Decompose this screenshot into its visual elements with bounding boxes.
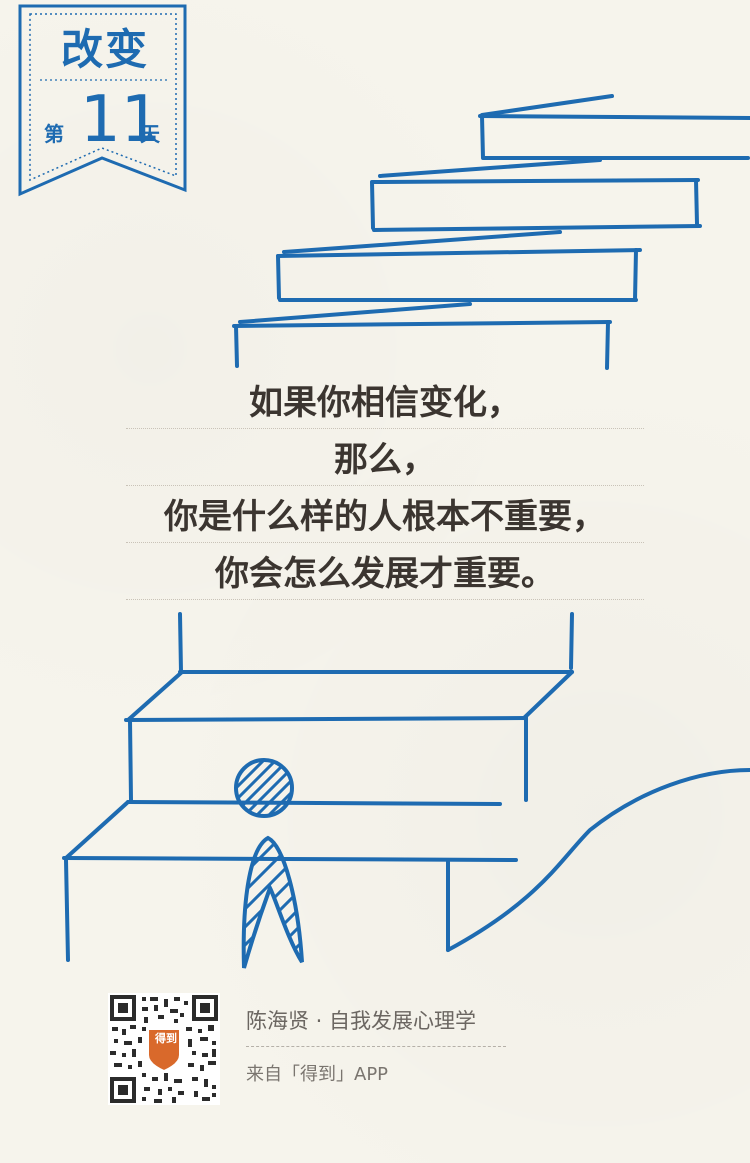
top-stairs-drawing — [232, 94, 750, 370]
badge-day-number: 11 — [80, 83, 162, 157]
quote-line-2: 那么， — [126, 429, 644, 486]
badge-day-prefix: 第 — [44, 122, 64, 146]
quote-line-3: 你是什么样的人根本不重要， — [126, 486, 644, 543]
course-title: 陈海贤 · 自我发展心理学 — [246, 1009, 477, 1033]
quote-block: 如果你相信变化， 那么， 你是什么样的人根本不重要， 你会怎么发展才重要。 — [126, 372, 644, 600]
badge-title: 改变 — [60, 25, 149, 74]
bottom-stairs-drawing — [62, 612, 750, 962]
footer-divider — [246, 1046, 506, 1047]
quote-line-4: 你会怎么发展才重要。 — [126, 543, 644, 600]
qr-logo-label: 得到 — [155, 1032, 177, 1045]
qr-code[interactable] — [108, 993, 220, 1105]
quote-line-1: 如果你相信变化， — [126, 372, 644, 429]
source-label: 来自「得到」APP — [246, 1064, 389, 1085]
badge-day-suffix: 天 — [140, 122, 160, 146]
